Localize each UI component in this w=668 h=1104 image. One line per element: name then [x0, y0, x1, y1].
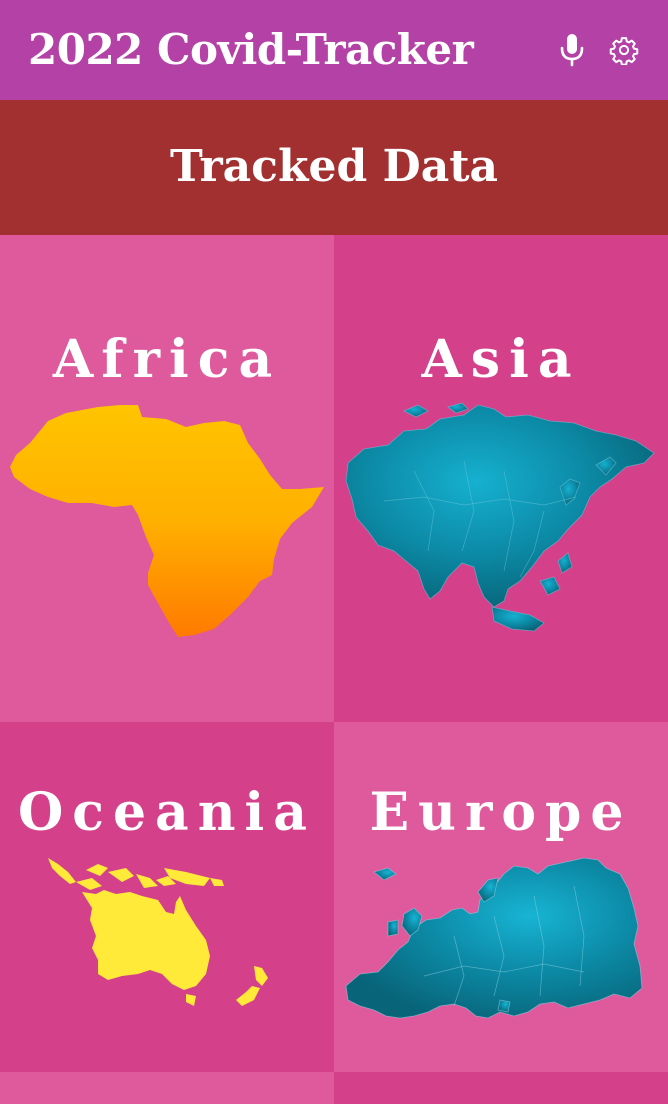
africa-map-icon — [10, 405, 324, 637]
banner-title: Tracked Data — [169, 141, 499, 192]
region-tile-europe[interactable]: Europe — [334, 722, 668, 1072]
region-label-europe: Europe — [369, 782, 633, 843]
region-tile-asia[interactable]: Asia — [334, 235, 668, 722]
region-tile-next-right[interactable] — [334, 1072, 668, 1104]
app-title: 2022 Covid-Tracker — [28, 25, 474, 74]
app-bar: 2022 Covid-Tracker — [0, 0, 668, 100]
europe-map-icon — [345, 857, 643, 1019]
region-label-africa: Africa — [52, 329, 282, 390]
region-tile-oceania[interactable]: Oceania — [0, 722, 334, 1072]
gear-icon[interactable] — [604, 30, 644, 70]
asia-map-icon — [345, 402, 655, 632]
region-label-oceania: Oceania — [18, 782, 316, 843]
oceania-map-icon — [48, 858, 268, 1006]
region-tile-africa[interactable]: Africa — [0, 235, 334, 722]
tracked-data-banner: Tracked Data — [0, 100, 668, 235]
region-label-asia: Asia — [421, 329, 581, 390]
region-tile-next-left[interactable] — [0, 1072, 334, 1104]
microphone-icon[interactable] — [552, 30, 592, 70]
